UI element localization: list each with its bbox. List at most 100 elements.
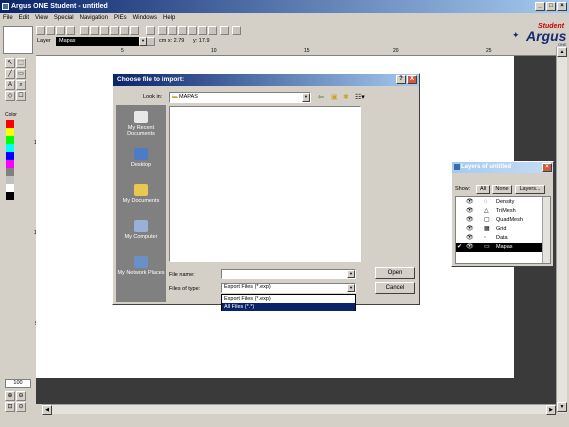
zoom-level[interactable]: 100 xyxy=(5,379,31,388)
place-recent[interactable]: My Recent Documents xyxy=(116,108,166,142)
open-button[interactable]: Open xyxy=(375,267,415,279)
copy-icon[interactable] xyxy=(90,26,99,35)
print-icon[interactable] xyxy=(66,26,75,35)
place-my-computer[interactable]: My Computer xyxy=(116,217,166,251)
color-swatch[interactable] xyxy=(6,184,14,192)
file-name-input[interactable]: ▼ xyxy=(221,269,356,279)
menu-windows[interactable]: Windows xyxy=(130,13,160,24)
eye-icon[interactable]: 👁 xyxy=(466,225,474,234)
layer-row[interactable]: 👁 ▢ QuadMesh xyxy=(456,216,542,225)
ruler-icon[interactable] xyxy=(146,37,155,46)
color-swatch[interactable] xyxy=(6,168,14,176)
line-tool-icon[interactable]: ╱ xyxy=(5,69,15,79)
help-icon[interactable]: ? xyxy=(396,75,406,84)
view-menu-icon[interactable]: ☷▾ xyxy=(355,93,365,101)
color-swatch[interactable] xyxy=(6,136,14,144)
eye-icon[interactable]: 👁 xyxy=(466,216,474,225)
new-file-icon[interactable] xyxy=(36,26,45,35)
layers-close-icon[interactable]: × xyxy=(542,163,552,172)
scroll-up-icon[interactable]: ▲ xyxy=(557,47,567,57)
scroll-right-icon[interactable]: ▶ xyxy=(546,405,556,415)
place-network[interactable]: My Network Places xyxy=(116,253,166,287)
grid-icon[interactable] xyxy=(158,26,167,35)
look-in-select[interactable]: ▬ MAPAS ▼ xyxy=(169,92,311,103)
layer-tool-icon[interactable] xyxy=(130,26,139,35)
export-icon[interactable] xyxy=(232,26,241,35)
layers-scrollbar[interactable] xyxy=(542,197,550,263)
layer-row[interactable]: 👁 ▦ Grid xyxy=(456,225,542,234)
map-icon[interactable] xyxy=(208,26,217,35)
file-type-option[interactable]: Export Files (*.exp) xyxy=(222,295,355,303)
close-button[interactable]: × xyxy=(557,2,567,11)
color-swatch[interactable] xyxy=(6,144,14,152)
color-swatch[interactable] xyxy=(6,152,14,160)
zoom-in-tool-icon[interactable]: ⊕ xyxy=(5,391,15,401)
rect-tool-icon[interactable]: ▭ xyxy=(16,69,26,79)
menu-navigation[interactable]: Navigation xyxy=(77,13,111,24)
menu-view[interactable]: View xyxy=(32,13,51,24)
dialog-close-icon[interactable]: X xyxy=(407,75,417,84)
scroll-left-icon[interactable]: ◀ xyxy=(42,405,52,415)
menu-special[interactable]: Special xyxy=(51,13,77,24)
polygon-tool-icon[interactable]: ◇ xyxy=(5,91,15,101)
layers-list[interactable]: 👁 ◌ Density 👁 △ TriMesh 👁 ▢ QuadMesh 👁 ▦ Grid 👁 ◦ Data… xyxy=(455,196,551,264)
magnify-tool-icon[interactable]: ⌕ xyxy=(16,80,26,90)
overview-preview[interactable] xyxy=(3,26,33,54)
zoom-out-tool-icon[interactable]: ⊖ xyxy=(16,391,26,401)
menu-edit[interactable]: Edit xyxy=(16,13,32,24)
vertical-scrollbar[interactable]: ▲ ▼ xyxy=(556,47,567,413)
menu-file[interactable]: File xyxy=(0,13,16,24)
layer-selector[interactable]: Mapas ▼ xyxy=(56,37,147,46)
eye-icon[interactable]: 👁 xyxy=(466,207,474,216)
eye-icon[interactable]: 👁 xyxy=(466,234,474,243)
layer-active-check[interactable]: ✔ xyxy=(457,243,462,252)
maximize-button[interactable]: □ xyxy=(546,2,556,11)
chevron-down-icon[interactable]: ▼ xyxy=(347,270,355,278)
text-tool-icon[interactable]: A xyxy=(5,80,15,90)
select-tool-icon[interactable]: ⬚ xyxy=(16,58,26,68)
layer-row[interactable]: 👁 ◦ Data xyxy=(456,234,542,243)
chart-icon[interactable] xyxy=(178,26,187,35)
file-list[interactable] xyxy=(169,106,361,262)
settings-icon[interactable] xyxy=(198,26,207,35)
place-desktop[interactable]: Desktop xyxy=(116,145,166,179)
paste-icon[interactable] xyxy=(100,26,109,35)
eye-icon[interactable]: 👁 xyxy=(466,243,474,252)
tool-icon[interactable] xyxy=(188,26,197,35)
cancel-button[interactable]: Cancel xyxy=(375,282,415,294)
zoom-reset-icon[interactable]: ⊙ xyxy=(16,402,26,412)
place-my-documents[interactable]: My Documents xyxy=(116,181,166,215)
redo-icon[interactable] xyxy=(120,26,129,35)
color-swatch[interactable] xyxy=(6,160,14,168)
back-icon[interactable]: ⇦ xyxy=(318,93,324,101)
file-type-select[interactable]: Export Files (*.exp) ▼ xyxy=(221,283,356,293)
undo-icon[interactable] xyxy=(110,26,119,35)
zoom-fit-icon[interactable]: ⊡ xyxy=(5,402,15,412)
open-file-icon[interactable] xyxy=(46,26,55,35)
minimize-button[interactable]: _ xyxy=(535,2,545,11)
chevron-down-icon[interactable]: ▼ xyxy=(302,93,310,102)
show-none-button[interactable]: None xyxy=(492,185,512,194)
color-swatch[interactable] xyxy=(6,120,14,128)
save-icon[interactable] xyxy=(56,26,65,35)
file-type-option-selected[interactable]: All Files (*.*) xyxy=(222,303,355,311)
layer-row[interactable]: ✔ 👁 ▭ Mapas xyxy=(456,243,542,252)
color-swatch[interactable] xyxy=(6,192,14,200)
horizontal-scrollbar[interactable]: ◀ ▶ xyxy=(42,404,556,415)
eye-icon[interactable]: 👁 xyxy=(466,198,474,207)
zoom-in-icon[interactable] xyxy=(146,26,155,35)
layers-button[interactable]: Layers... xyxy=(515,185,545,194)
scroll-down-icon[interactable]: ▼ xyxy=(557,402,567,412)
new-folder-icon[interactable]: ✱ xyxy=(343,93,349,101)
layer-row[interactable]: 👁 △ TriMesh xyxy=(456,207,542,216)
menu-help[interactable]: Help xyxy=(160,13,178,24)
hand-tool-icon[interactable]: ☐ xyxy=(16,91,26,101)
chevron-down-icon[interactable]: ▼ xyxy=(347,284,355,292)
chevron-down-icon[interactable]: ▼ xyxy=(139,37,147,46)
arrow-tool-icon[interactable]: ↖ xyxy=(5,58,15,68)
mesh-icon[interactable] xyxy=(168,26,177,35)
show-all-button[interactable]: All xyxy=(476,185,490,194)
color-swatch[interactable] xyxy=(6,176,14,184)
up-folder-icon[interactable]: ▣ xyxy=(331,93,338,101)
layer-row[interactable]: 👁 ◌ Density xyxy=(456,198,542,207)
